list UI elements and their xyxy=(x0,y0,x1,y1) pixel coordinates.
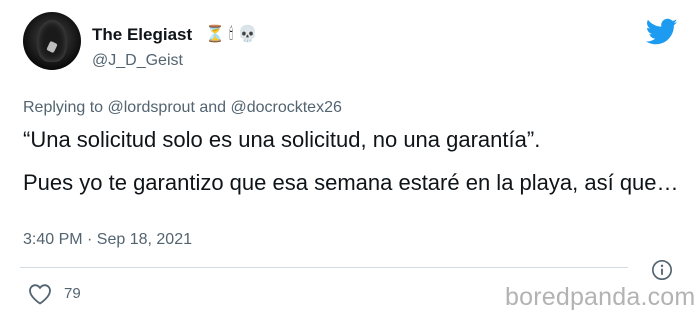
user-handle[interactable]: @J_D_Geist xyxy=(92,51,183,71)
tweet-text-line1: “Una solicitud solo es una solicitud, no… xyxy=(23,127,541,152)
replying-to[interactable]: Replying to @lordsprout and @docrocktex2… xyxy=(23,98,342,118)
like-count: 79 xyxy=(64,285,81,302)
tweet-text-line2: Pues yo te garantizo que esa semana esta… xyxy=(23,170,679,195)
display-name[interactable]: The Elegiast xyxy=(92,25,192,45)
avatar[interactable] xyxy=(23,12,81,70)
name-emojis: ⏳🕯💀 xyxy=(205,26,262,43)
watermark: boredpanda.com xyxy=(505,283,696,311)
divider xyxy=(20,267,628,268)
heart-icon[interactable] xyxy=(28,283,52,305)
twitter-bird-icon[interactable] xyxy=(646,18,678,46)
timestamp[interactable]: 3:40 PM · Sep 18, 2021 xyxy=(23,230,192,250)
info-icon[interactable] xyxy=(651,259,673,281)
